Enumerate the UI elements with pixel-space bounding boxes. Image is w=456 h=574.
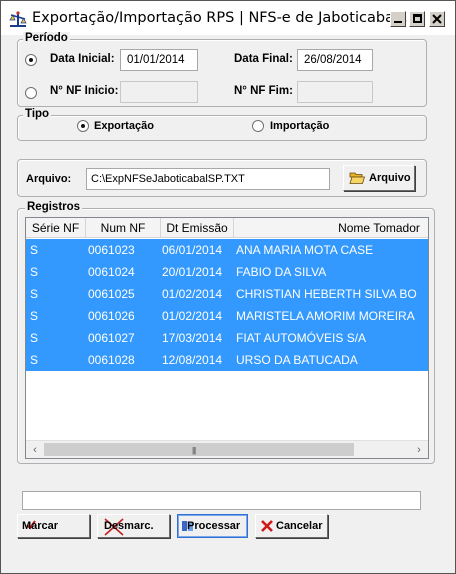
cell-nome: URSO DA BATUCADA bbox=[236, 353, 358, 367]
table-row[interactable]: S 0061025 01/02/2014 CHRISTIAN HEBERTH S… bbox=[26, 283, 428, 305]
window-title: Exportação/Importação RPS | NFS-e de Jab… bbox=[32, 10, 408, 26]
cell-data: 12/08/2014 bbox=[162, 353, 223, 367]
cell-data: 01/02/2014 bbox=[162, 309, 223, 323]
scroll-left-icon[interactable]: ‹ bbox=[28, 443, 42, 457]
cell-nome: ANA MARIA MOTA CASE bbox=[236, 243, 374, 257]
cell-serie: S bbox=[30, 309, 39, 323]
table-row[interactable]: S 0061028 12/08/2014 URSO DA BATUCADA bbox=[26, 349, 428, 371]
nf-fim-input[interactable] bbox=[297, 81, 373, 103]
table-row[interactable]: S 0061026 01/02/2014 MARISTELA AMORIM MO… bbox=[26, 305, 428, 327]
marcar-label: Marcar bbox=[22, 520, 59, 532]
importacao-radio[interactable] bbox=[252, 120, 264, 132]
processar-button[interactable]: Processar bbox=[177, 514, 248, 538]
data-final-input[interactable]: 26/08/2014 bbox=[297, 49, 373, 71]
nf-inicio-input[interactable] bbox=[120, 81, 198, 103]
nf-fim-label: N° NF Fim: bbox=[234, 85, 293, 97]
maximize-icon bbox=[413, 14, 422, 23]
progress-bar bbox=[22, 491, 421, 510]
registros-label: Registros bbox=[25, 201, 83, 214]
cell-num: 0061028 bbox=[88, 353, 135, 367]
folder-open-icon bbox=[349, 172, 365, 184]
column-header-data[interactable]: Dt Emissão bbox=[161, 218, 234, 238]
cell-serie: S bbox=[30, 331, 39, 345]
cancelar-button[interactable]: Cancelar bbox=[255, 514, 328, 538]
arquivo-button[interactable]: Arquivo bbox=[343, 165, 415, 191]
cancelar-label: Cancelar bbox=[276, 520, 323, 532]
minimize-button[interactable] bbox=[390, 11, 406, 27]
close-icon bbox=[432, 14, 442, 24]
cell-num: 0061024 bbox=[88, 265, 135, 279]
data-inicial-input[interactable]: 01/01/2014 bbox=[120, 49, 198, 71]
registros-grid[interactable]: Série NF Num NF Dt Emissão Nome Tomador … bbox=[25, 217, 429, 459]
nf-inicio-label: N° NF Inicio: bbox=[50, 85, 119, 97]
cell-data: 20/01/2014 bbox=[162, 265, 223, 279]
export-import-window: Exportação/Importação RPS | NFS-e de Jab… bbox=[0, 0, 456, 574]
marcar-button[interactable]: Marcar bbox=[17, 514, 90, 538]
cell-serie: S bbox=[30, 353, 39, 367]
column-header-nome[interactable]: Nome Tomador bbox=[234, 218, 428, 238]
close-button[interactable] bbox=[429, 11, 445, 27]
column-header-num[interactable]: Num NF bbox=[86, 218, 161, 238]
desmarcar-label: Desmarc. bbox=[104, 520, 154, 532]
table-row[interactable]: S 0061023 06/01/2014 ANA MARIA MOTA CASE bbox=[26, 239, 428, 261]
maximize-button[interactable] bbox=[409, 11, 425, 27]
cell-num: 0061027 bbox=[88, 331, 135, 345]
column-header-serie[interactable]: Série NF bbox=[26, 218, 86, 238]
table-row[interactable]: S 0061027 17/03/2014 FIAT AUTOMÓVEIS S/A bbox=[26, 327, 428, 349]
arquivo-path-input[interactable]: C:\ExpNFSeJaboticabalSP.TXT bbox=[86, 168, 330, 190]
cell-num: 0061023 bbox=[88, 243, 135, 257]
cell-nome: CHRISTIAN HEBERTH SILVA BO bbox=[236, 287, 417, 301]
cell-num: 0061025 bbox=[88, 287, 135, 301]
arquivo-label: Arquivo: bbox=[26, 173, 72, 185]
cell-serie: S bbox=[30, 243, 39, 257]
scroll-thumb[interactable]: ||| bbox=[44, 443, 354, 456]
data-inicial-label: Data Inicial: bbox=[50, 53, 115, 65]
periodo-label: Período bbox=[23, 32, 70, 45]
title-bar[interactable]: Exportação/Importação RPS | NFS-e de Jab… bbox=[1, 1, 455, 35]
cancel-icon bbox=[261, 520, 273, 532]
cell-data: 17/03/2014 bbox=[162, 331, 223, 345]
minimize-icon bbox=[394, 21, 402, 23]
processar-label: Processar bbox=[187, 520, 241, 532]
exportacao-label[interactable]: Exportação bbox=[94, 120, 154, 132]
cell-nome: FABIO DA SILVA bbox=[236, 265, 327, 279]
importacao-label[interactable]: Importação bbox=[270, 120, 329, 132]
desmarcar-button[interactable]: Desmarc. bbox=[97, 514, 170, 538]
cell-data: 06/01/2014 bbox=[162, 243, 223, 257]
cell-num: 0061026 bbox=[88, 309, 135, 323]
nf-radio[interactable] bbox=[25, 87, 37, 99]
cell-nome: FIAT AUTOMÓVEIS S/A bbox=[236, 331, 367, 345]
arquivo-button-label: Arquivo bbox=[369, 172, 411, 184]
cell-serie: S bbox=[30, 287, 39, 301]
exportacao-radio[interactable] bbox=[77, 120, 89, 132]
table-row[interactable]: S 0061024 20/01/2014 FABIO DA SILVA bbox=[26, 261, 428, 283]
scroll-right-icon[interactable]: › bbox=[412, 443, 426, 457]
horizontal-scrollbar[interactable]: ‹ ||| › bbox=[26, 440, 428, 458]
scales-icon bbox=[9, 11, 27, 27]
cell-nome: MARISTELA AMORIM MOREIRA bbox=[236, 309, 415, 323]
cell-data: 01/02/2014 bbox=[162, 287, 223, 301]
tipo-label: Tipo bbox=[23, 108, 52, 121]
grip-icon: ||| bbox=[192, 446, 196, 455]
data-radio[interactable] bbox=[25, 54, 37, 66]
data-final-label: Data Final: bbox=[234, 53, 293, 65]
grid-header: Série NF Num NF Dt Emissão Nome Tomador bbox=[26, 218, 428, 238]
cell-serie: S bbox=[30, 265, 39, 279]
